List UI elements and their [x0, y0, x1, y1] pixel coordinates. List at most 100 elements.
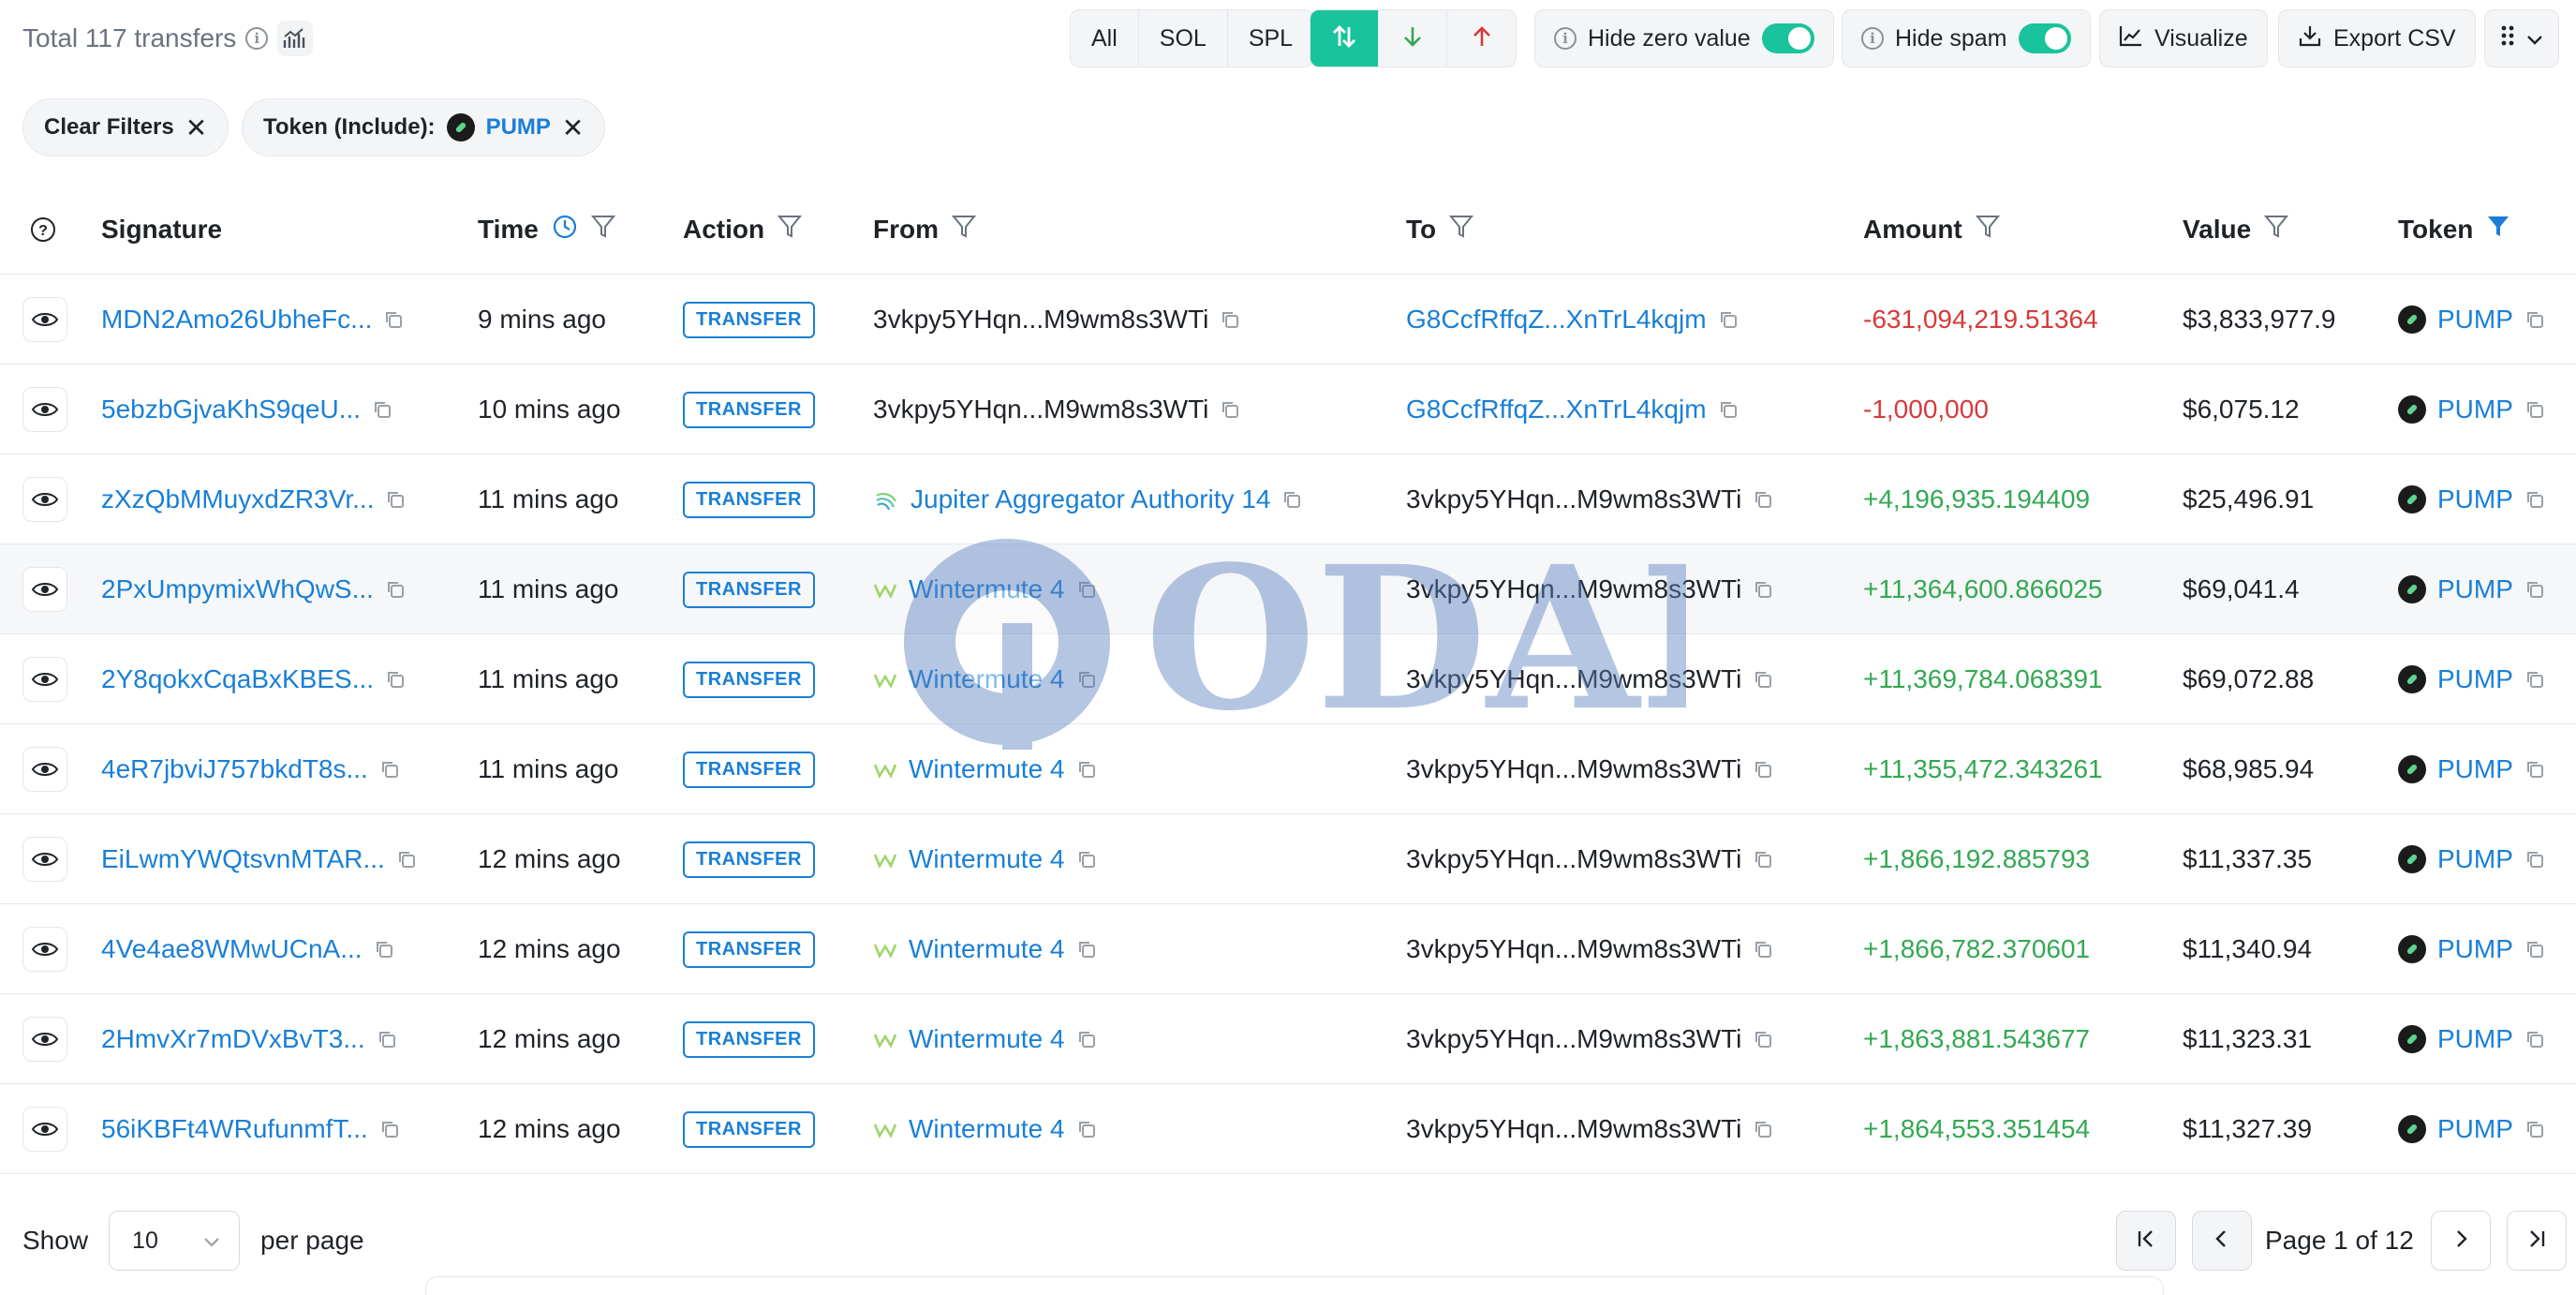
copy-icon[interactable] — [2524, 759, 2545, 780]
to-address[interactable]: G8CcfRffqZ...XnTrL4kqjm — [1406, 394, 1707, 424]
copy-icon[interactable] — [2524, 939, 2545, 960]
direction-out-button[interactable] — [1447, 10, 1516, 67]
token-link[interactable]: PUMP — [2437, 484, 2513, 514]
token-link[interactable]: PUMP — [2437, 305, 2513, 335]
copy-icon[interactable] — [372, 399, 392, 420]
view-details-button[interactable] — [22, 387, 67, 432]
copy-icon[interactable] — [1076, 1119, 1097, 1139]
copy-icon[interactable] — [1753, 579, 1773, 600]
hide-zero-value-toggle[interactable]: i Hide zero value — [1534, 9, 1834, 67]
token-link[interactable]: PUMP — [2437, 574, 2513, 604]
signature-link[interactable]: 2HmvXr7mDVxBvT3... — [101, 1024, 365, 1054]
next-page-button[interactable] — [2431, 1211, 2491, 1271]
copy-icon[interactable] — [2524, 1029, 2545, 1049]
filter-icon[interactable] — [1449, 214, 1474, 246]
from-address[interactable]: Wintermute 4 — [909, 844, 1065, 874]
previous-page-button[interactable] — [2192, 1211, 2252, 1271]
copy-icon[interactable] — [396, 849, 417, 870]
filter-icon[interactable] — [590, 214, 615, 246]
filter-icon[interactable] — [951, 214, 977, 246]
copy-icon[interactable] — [385, 669, 406, 690]
view-details-button[interactable] — [22, 1107, 67, 1152]
filter-icon[interactable] — [1975, 214, 2000, 246]
filter-spl-button[interactable]: SPL — [1228, 10, 1313, 67]
token-filter-chip[interactable]: Token (Include): PUMP ✕ — [242, 98, 606, 156]
view-details-button[interactable] — [22, 747, 67, 792]
copy-icon[interactable] — [1281, 489, 1302, 510]
view-details-button[interactable] — [22, 657, 67, 702]
copy-icon[interactable] — [1076, 1029, 1097, 1049]
filter-icon[interactable] — [777, 214, 803, 246]
table-row[interactable]: zXzQbMMuyxdZR3Vr... 11 mins ago TRANSFER Ju… — [0, 454, 2576, 544]
copy-icon[interactable] — [1753, 669, 1773, 690]
signature-link[interactable]: 5ebzbGjvaKhS9qeU... — [101, 394, 361, 424]
direction-in-button[interactable] — [1379, 10, 1447, 67]
last-page-button[interactable] — [2507, 1211, 2567, 1271]
first-page-button[interactable] — [2116, 1211, 2176, 1271]
copy-icon[interactable] — [2524, 579, 2545, 600]
copy-icon[interactable] — [1753, 759, 1773, 780]
to-address[interactable]: G8CcfRffqZ...XnTrL4kqjm — [1406, 305, 1707, 335]
copy-icon[interactable] — [1220, 399, 1240, 420]
signature-link[interactable]: 4Ve4ae8WMwUCnA... — [101, 934, 363, 964]
filter-all-button[interactable]: All — [1071, 10, 1139, 67]
filter-sol-button[interactable]: SOL — [1139, 10, 1228, 67]
view-details-button[interactable] — [22, 297, 67, 342]
column-menu-button[interactable] — [2484, 9, 2559, 67]
copy-icon[interactable] — [2524, 669, 2545, 690]
table-row[interactable]: 2PxUmpymixWhQwS... 11 mins ago TRANSFER Win… — [0, 544, 2576, 634]
signature-link[interactable]: MDN2Amo26UbheFc... — [101, 305, 372, 335]
table-row[interactable]: 2HmvXr7mDVxBvT3... 12 mins ago TRANSFER Win… — [0, 994, 2576, 1084]
copy-icon[interactable] — [1753, 849, 1773, 870]
visualize-button[interactable]: Visualize — [2099, 9, 2268, 67]
view-details-button[interactable] — [22, 1017, 67, 1062]
table-row[interactable]: 4Ve4ae8WMwUCnA... 12 mins ago TRANSFER Wint… — [0, 904, 2576, 994]
table-row[interactable]: 2Y8qokxCqaBxKBES... 11 mins ago TRANSFER Wi… — [0, 634, 2576, 724]
close-icon[interactable]: ✕ — [562, 112, 584, 143]
signature-link[interactable]: 4eR7jbviJ757bkdT8s... — [101, 754, 368, 784]
copy-icon[interactable] — [1718, 399, 1739, 420]
token-link[interactable]: PUMP — [2437, 754, 2513, 784]
direction-both-button[interactable] — [1310, 10, 1379, 67]
from-address[interactable]: Jupiter Aggregator Authority 14 — [910, 484, 1270, 514]
view-details-button[interactable] — [22, 567, 67, 612]
signature-link[interactable]: EiLwmYWQtsvnMTAR... — [101, 844, 385, 874]
copy-icon[interactable] — [1076, 849, 1097, 870]
table-row[interactable]: 4eR7jbviJ757bkdT8s... 11 mins ago TRANSFER… — [0, 724, 2576, 814]
from-address[interactable]: Wintermute 4 — [909, 1024, 1065, 1054]
copy-icon[interactable] — [2524, 399, 2545, 420]
from-address[interactable]: Wintermute 4 — [909, 664, 1065, 694]
copy-icon[interactable] — [379, 1119, 400, 1139]
copy-icon[interactable] — [385, 489, 406, 510]
token-link[interactable]: PUMP — [2437, 664, 2513, 694]
copy-icon[interactable] — [2524, 309, 2545, 330]
copy-icon[interactable] — [1076, 579, 1097, 600]
copy-icon[interactable] — [2524, 1119, 2545, 1139]
clock-icon[interactable] — [552, 214, 578, 246]
signature-link[interactable]: 2Y8qokxCqaBxKBES... — [101, 664, 374, 694]
token-link[interactable]: PUMP — [2437, 1024, 2513, 1054]
hide-spam-toggle[interactable]: i Hide spam — [1842, 9, 2091, 67]
copy-icon[interactable] — [377, 1029, 397, 1049]
from-address[interactable]: Wintermute 4 — [909, 934, 1065, 964]
view-details-button[interactable] — [22, 927, 67, 972]
from-address[interactable]: Wintermute 4 — [909, 574, 1065, 604]
copy-icon[interactable] — [1753, 1029, 1773, 1049]
token-link[interactable]: PUMP — [2437, 844, 2513, 874]
copy-icon[interactable] — [2524, 849, 2545, 870]
copy-icon[interactable] — [2524, 489, 2545, 510]
table-row[interactable]: 56iKBFt4WRufunmfT... 12 mins ago TRANSFER W… — [0, 1084, 2576, 1174]
copy-icon[interactable] — [1076, 939, 1097, 960]
export-csv-button[interactable]: Export CSV — [2278, 9, 2476, 67]
table-row[interactable]: 5ebzbGjvaKhS9qeU... 10 mins ago TRANSFER 3v… — [0, 365, 2576, 454]
copy-icon[interactable] — [1076, 669, 1097, 690]
view-details-button[interactable] — [22, 477, 67, 522]
copy-icon[interactable] — [374, 939, 394, 960]
signature-link[interactable]: zXzQbMMuyxdZR3Vr... — [101, 484, 374, 514]
token-link[interactable]: PUMP — [2437, 394, 2513, 424]
info-icon[interactable]: i — [245, 27, 269, 50]
analytics-icon[interactable] — [277, 21, 314, 56]
copy-icon[interactable] — [1718, 309, 1739, 330]
filter-active-icon[interactable] — [2486, 214, 2510, 246]
table-row[interactable]: MDN2Amo26UbheFc... 9 mins ago TRANSFER 3vkp… — [0, 275, 2576, 365]
